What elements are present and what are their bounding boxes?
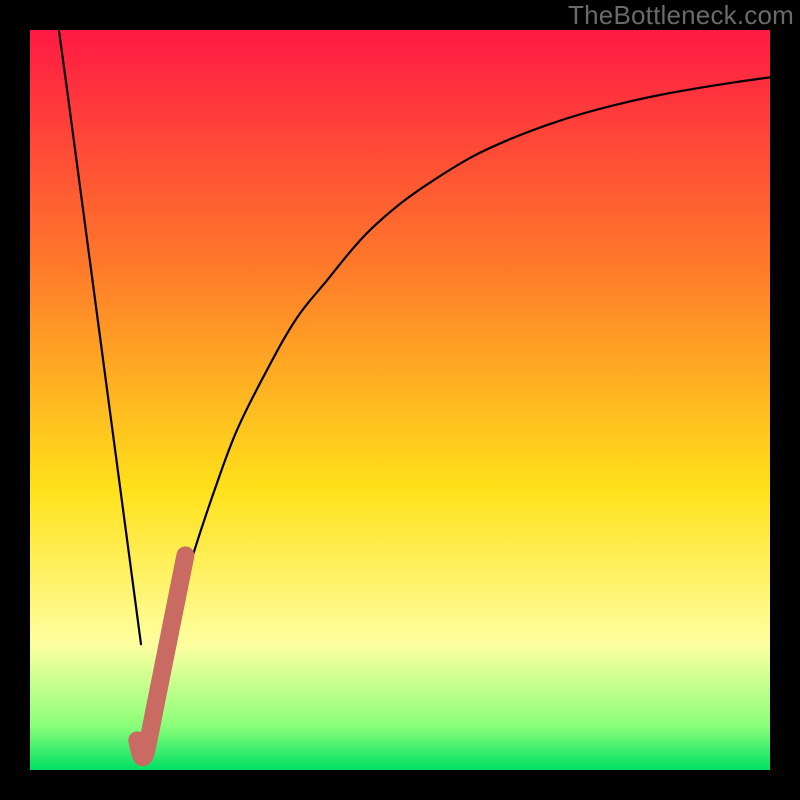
gradient-background <box>30 30 770 770</box>
bottleneck-chart <box>30 30 770 770</box>
watermark-text: TheBottleneck.com <box>568 0 794 31</box>
chart-frame: TheBottleneck.com <box>0 0 800 800</box>
plot-area <box>30 30 770 770</box>
